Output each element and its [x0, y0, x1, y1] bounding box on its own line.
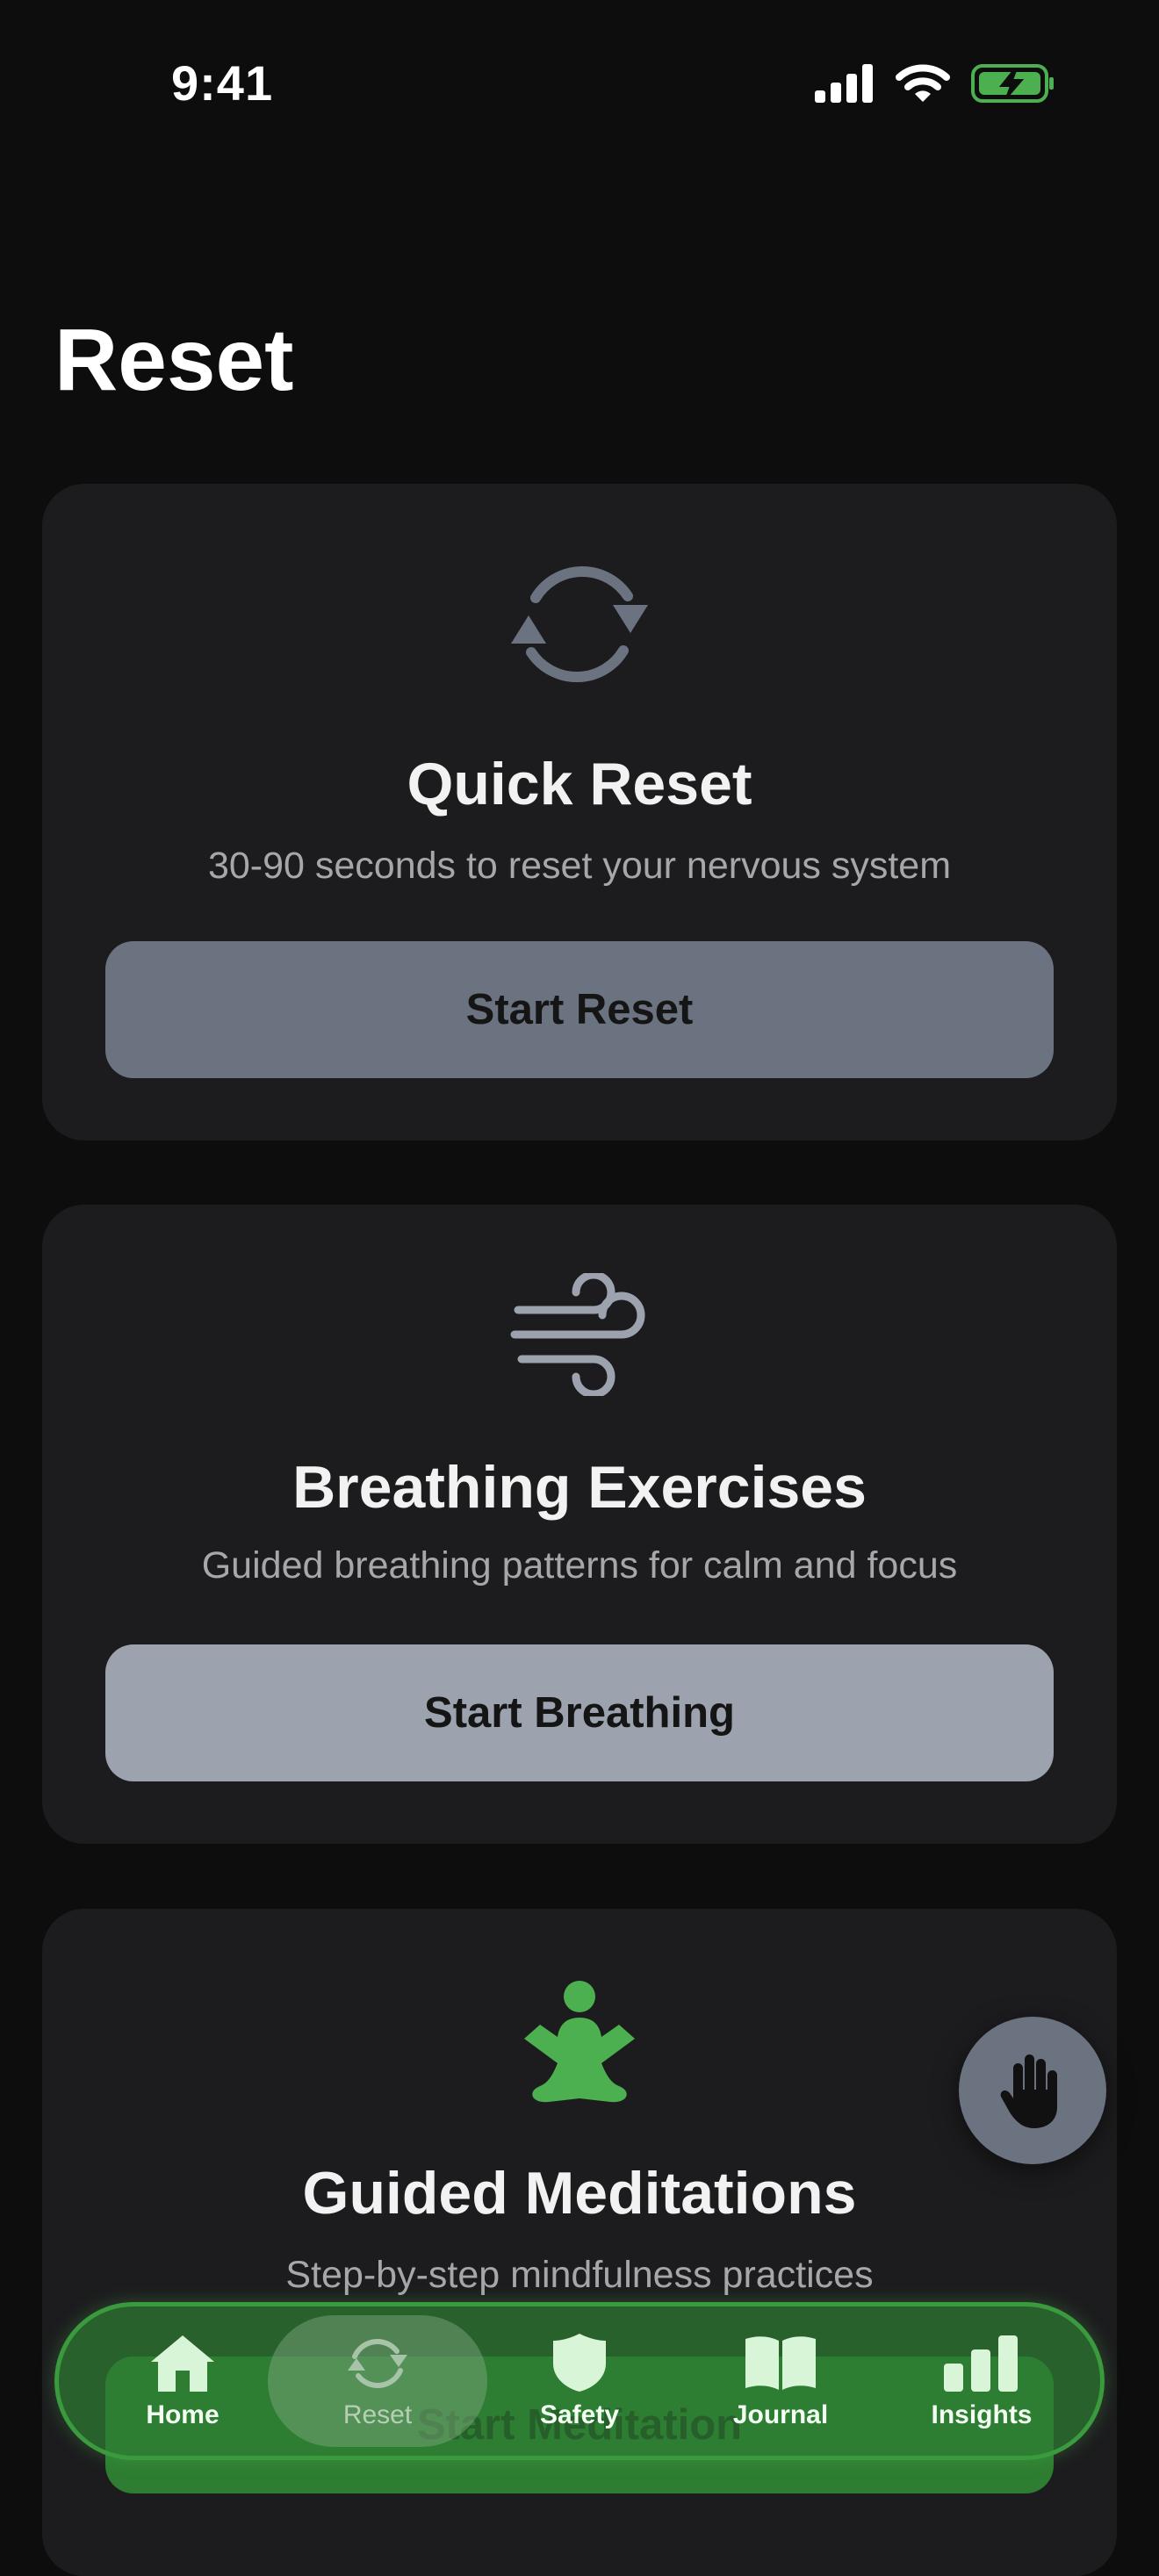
tab-label: Reset — [342, 2400, 413, 2429]
bottom-tab-bar: Home Reset Safety Journal Insights — [54, 2302, 1105, 2460]
start-reset-button[interactable]: Start Reset — [105, 941, 1054, 1078]
tab-home[interactable]: Home — [73, 2315, 292, 2447]
card-title: Breathing Exercises — [292, 1454, 867, 1521]
tab-insights[interactable]: Insights — [872, 2315, 1091, 2447]
shield-icon — [553, 2334, 606, 2392]
status-time: 9:41 — [171, 55, 274, 111]
tab-reset[interactable]: Reset — [268, 2315, 487, 2447]
tab-journal[interactable]: Journal — [671, 2315, 890, 2447]
battery-charging-icon — [971, 64, 1054, 103]
tab-safety[interactable]: Safety — [470, 2315, 689, 2447]
tab-label: Journal — [732, 2400, 829, 2429]
house-icon — [151, 2335, 214, 2392]
status-icons — [815, 63, 1055, 104]
status-bar: 9:41 — [0, 0, 1159, 167]
arrows-cycle-icon — [348, 2339, 407, 2388]
emergency-stop-button[interactable] — [959, 2017, 1106, 2164]
guided-meditations-card: Guided Meditations Step-by-step mindfuln… — [42, 1909, 1117, 2576]
open-book-icon — [745, 2336, 816, 2390]
card-subtitle: 30-90 seconds to reset your nervous syst… — [207, 845, 952, 887]
quick-reset-card: Quick Reset 30-90 seconds to reset your … — [42, 484, 1117, 1140]
meditation-figure-icon — [42, 1979, 1117, 2111]
breathing-exercises-card: Breathing Exercises Guided breathing pat… — [42, 1205, 1117, 1844]
wind-icon — [42, 1273, 1117, 1396]
page-title: Reset — [54, 311, 294, 409]
wifi-icon — [896, 64, 950, 102]
tab-label: Safety — [539, 2400, 620, 2429]
card-title: Quick Reset — [407, 751, 752, 817]
bar-chart-icon — [944, 2335, 1018, 2392]
raised-hand-icon — [1000, 2054, 1057, 2128]
arrows-cycle-icon — [42, 554, 1117, 694]
card-subtitle: Guided breathing patterns for calm and f… — [201, 1544, 958, 1587]
cellular-signal-icon — [815, 64, 873, 103]
card-title: Guided Meditations — [302, 2160, 857, 2227]
tab-label: Home — [146, 2400, 220, 2429]
start-breathing-button[interactable]: Start Breathing — [105, 1644, 1054, 1781]
card-subtitle: Step-by-step mindfulness practices — [285, 2254, 874, 2296]
tab-label: Insights — [931, 2400, 1033, 2429]
